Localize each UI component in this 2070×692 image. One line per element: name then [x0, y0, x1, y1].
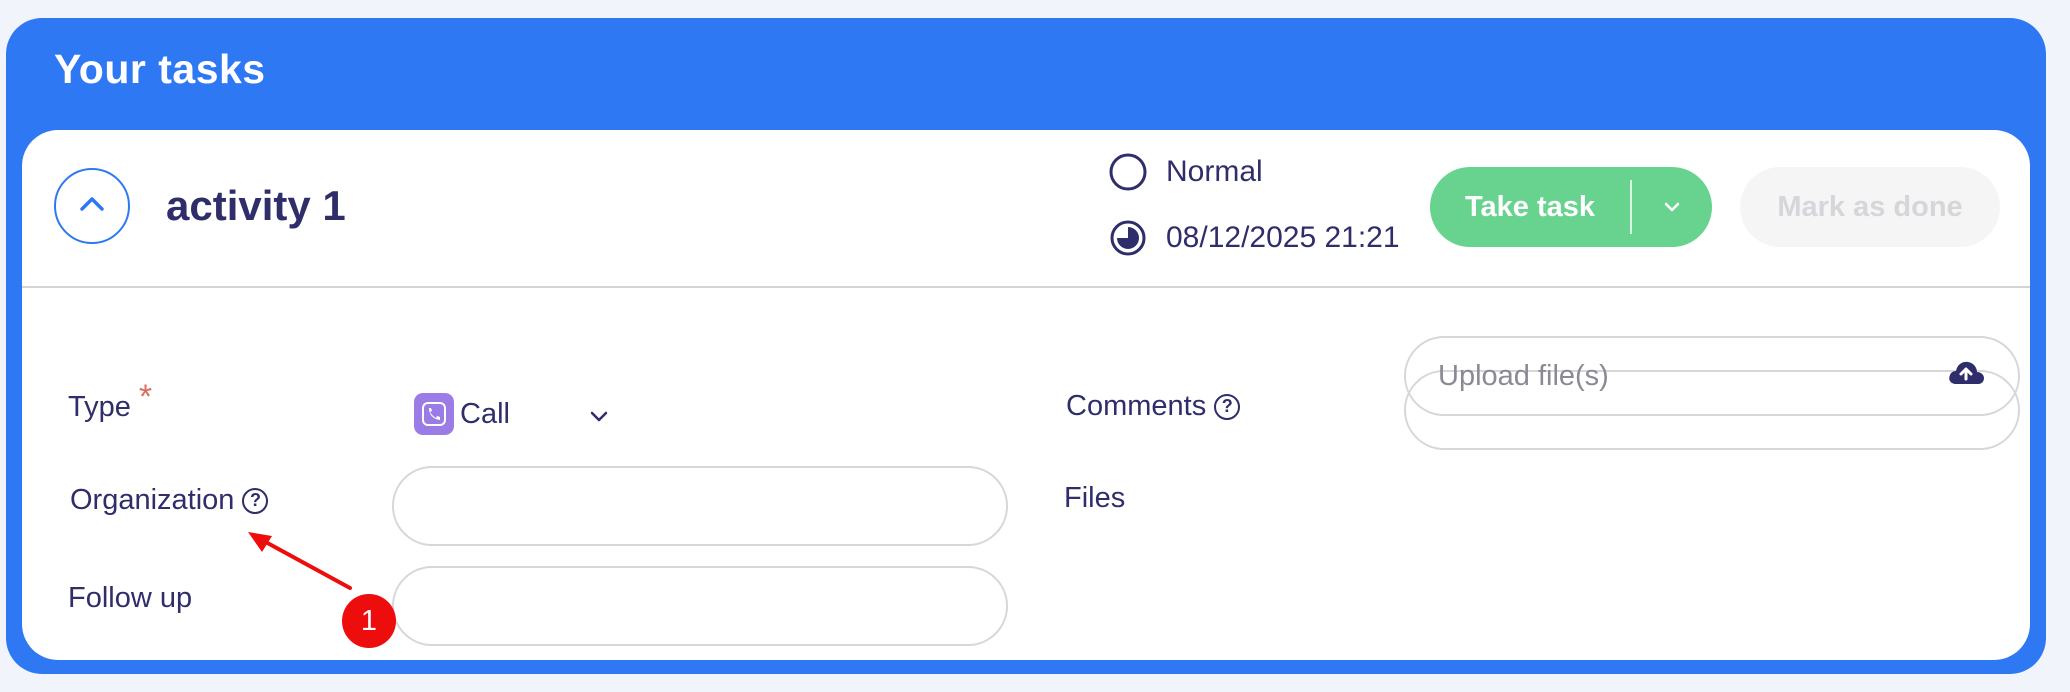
- required-mark: *: [138, 378, 153, 416]
- chevron-up-icon: [79, 196, 105, 217]
- type-label-row: Type *: [68, 378, 152, 427]
- priority-circle-icon: [1108, 152, 1148, 192]
- organization-input[interactable]: [392, 466, 1008, 546]
- annotation-arrow: [248, 532, 352, 590]
- phone-icon: [414, 393, 454, 435]
- upload-placeholder: Upload file(s): [1438, 359, 1609, 392]
- help-icon[interactable]: ?: [1214, 393, 1241, 420]
- priority-text: Normal: [1166, 155, 1263, 188]
- organization-label: Organization: [70, 484, 235, 516]
- due-date-text: 08/12/2025 21:21: [1166, 221, 1400, 254]
- comments-label-row: Comments ?: [1066, 390, 1241, 423]
- task-card-header: activity 1 Normal 08/12/2025 21:21 Take …: [22, 130, 2030, 288]
- annotation-badge: 1: [342, 594, 396, 648]
- organization-label-row: Organization ?: [70, 484, 269, 517]
- type-select[interactable]: Call: [414, 386, 634, 442]
- follow-up-label: Follow up: [68, 582, 193, 614]
- follow-up-label-row: Follow up: [68, 582, 192, 615]
- take-task-dropdown[interactable]: [1632, 202, 1712, 212]
- files-label-row: Files: [1064, 482, 1125, 515]
- take-task-button[interactable]: Take task: [1430, 167, 1712, 247]
- priority-row: Normal: [1108, 152, 1263, 192]
- mark-as-done-button[interactable]: Mark as done: [1740, 167, 2000, 247]
- due-date-row: 08/12/2025 21:21: [1108, 218, 1400, 258]
- type-label: Type: [68, 391, 131, 423]
- comments-label: Comments: [1066, 390, 1207, 422]
- panel-title: Your tasks: [54, 46, 266, 92]
- file-upload-field[interactable]: Upload file(s): [1404, 336, 2020, 416]
- chevron-down-icon: [590, 398, 608, 431]
- collapse-button[interactable]: [54, 168, 130, 244]
- follow-up-input[interactable]: [392, 566, 1008, 646]
- help-icon[interactable]: ?: [242, 487, 269, 514]
- files-label: Files: [1064, 482, 1126, 514]
- cloud-upload-icon[interactable]: [1946, 357, 1986, 395]
- take-task-label[interactable]: Take task: [1430, 191, 1630, 224]
- chevron-down-icon: [1664, 202, 1680, 212]
- clock-icon: [1108, 218, 1148, 258]
- type-value: Call: [460, 397, 510, 430]
- task-title: activity 1: [166, 182, 346, 229]
